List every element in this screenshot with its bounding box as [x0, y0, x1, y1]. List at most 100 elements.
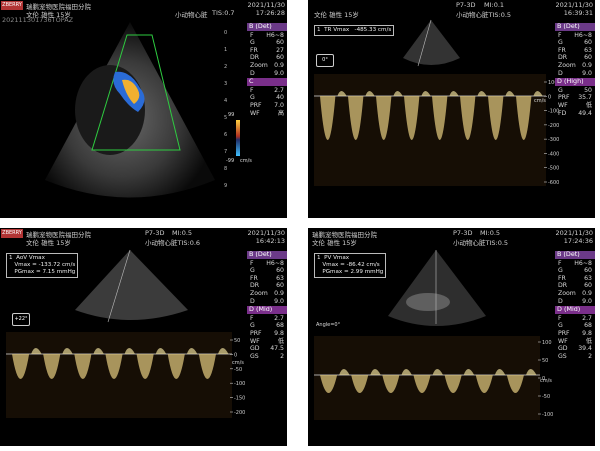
measurement-line: PGmax = 7.15 mmHg — [9, 269, 76, 275]
measurement-line: PGmax = 2.99 mmHg — [317, 269, 384, 275]
param-value: 60 — [276, 267, 284, 275]
param-row: FR 27 — [247, 47, 287, 55]
param-key: D — [250, 69, 255, 77]
param-value: 50 — [584, 86, 592, 94]
param-value: 2 — [280, 352, 284, 360]
parameter-sidebar: B (Det) F H6~8 G 60 FR 63 DR 60 Zoom 0.9 D 9.0 D (H… — [555, 22, 595, 218]
param-value: 39.4 — [578, 345, 592, 353]
param-value: 高 — [277, 109, 284, 117]
param-key: PRF — [250, 329, 262, 337]
param-row: F H6~8 — [247, 260, 287, 268]
param-key: F — [250, 86, 254, 94]
param-value: H6~8 — [574, 259, 592, 267]
param-value: 60 — [276, 282, 284, 290]
param-key: F — [558, 259, 562, 267]
bmode-image: 0 1 2 3 4 5 6 7 8 9 — [45, 22, 240, 198]
param-row: F H6~8 — [247, 32, 287, 40]
param-value: 0.9 — [274, 289, 284, 297]
param-value: 9.0 — [582, 69, 592, 77]
param-row: F H6~8 — [555, 260, 595, 268]
vessel-wall — [406, 293, 450, 311]
spectrum-area — [6, 332, 232, 418]
param-value: H6~8 — [266, 31, 284, 39]
param-value: 低 — [585, 337, 592, 345]
measurement-line: 1 AoV Vmax — [9, 255, 45, 261]
color-bar — [236, 120, 240, 156]
param-key: D — [558, 297, 563, 305]
param-key: WF — [558, 337, 568, 345]
param-row: GS 2 — [555, 353, 595, 361]
param-key: G — [558, 267, 563, 275]
param-key: Zoom — [250, 289, 268, 297]
param-key: FR — [558, 46, 566, 54]
param-key: D — [558, 69, 563, 77]
depth-tick: 6 — [224, 132, 227, 138]
depth-tick: 3 — [224, 81, 227, 87]
sector-image — [388, 250, 486, 326]
param-key: PRF — [250, 101, 262, 109]
param-value: 68 — [276, 322, 284, 330]
depth-tick: 0 — [224, 30, 227, 36]
measurement-box: 1 PV Vmax Vmax = -86.42 cm/s PGmax = 2.9… — [314, 253, 387, 278]
velocity-tick-label: -150 — [234, 396, 245, 402]
param-value: 60 — [276, 54, 284, 62]
param-row: F 2.7 — [247, 87, 287, 95]
colorbar-top: 99 — [228, 112, 235, 118]
param-key: F — [250, 31, 254, 39]
param-row: F H6~8 — [555, 32, 595, 40]
sector-image — [75, 250, 188, 320]
param-key: G — [250, 322, 255, 330]
param-key: DR — [250, 282, 260, 290]
probe-orientation-icon: +22° — [12, 313, 30, 326]
b-mode-params: F H6~8 G 60 FR 63 DR 60 Zoom 0.9 D 9.0 — [247, 260, 287, 306]
param-row: G 60 — [555, 39, 595, 47]
param-key: F — [558, 314, 562, 322]
param-key: Zoom — [250, 61, 268, 69]
sector-image — [403, 20, 460, 65]
velocity-tick-label: 50 — [542, 358, 548, 364]
b-mode-params: F H6~8 G 60 FR 63 DR 60 Zoom 0.9 D 9.0 — [555, 32, 595, 78]
doppler-section-title: D (Mid) — [555, 306, 595, 314]
param-key: G — [558, 86, 563, 94]
depth-tick: 4 — [224, 98, 227, 104]
param-key: FR — [250, 46, 258, 54]
param-value: 60 — [584, 267, 592, 275]
param-row: PRF 9.8 — [247, 330, 287, 338]
doppler-section-title: D (High) — [555, 78, 595, 86]
param-key: WF — [250, 109, 260, 117]
measurement-line: 1 TR Vmax -485.33 cm/s — [317, 27, 392, 33]
probe-orientation-icon: 0° — [316, 54, 334, 67]
param-row: G 60 — [247, 267, 287, 275]
param-key: GS — [558, 352, 567, 360]
param-row: Zoom 0.9 — [247, 290, 287, 298]
velocity-tick-label: 50 — [234, 338, 240, 344]
param-key: G — [250, 94, 255, 102]
param-value: 63 — [584, 274, 592, 282]
param-row: DR 60 — [555, 282, 595, 290]
param-key: Zoom — [558, 289, 576, 297]
param-key: DR — [558, 282, 568, 290]
depth-tick: 5 — [224, 115, 227, 121]
param-value: 9.0 — [274, 69, 284, 77]
param-key: DR — [558, 54, 568, 62]
param-row: G 50 — [555, 87, 595, 95]
param-row: GS 2 — [247, 353, 287, 361]
parameter-sidebar: B (Det) F H6~8 G 60 FR 63 DR 60 Zoom 0.9 D 9.0 D (M… — [555, 250, 595, 446]
b-mode-section-title: B (Det) — [247, 22, 287, 31]
doppler-params: F 2.7 G 68 PRF 9.8 WF 低 GD 39.4 GS 2 — [555, 315, 595, 361]
param-value: 60 — [276, 39, 284, 47]
velocity-scale: 50 0 -50 -100 -150 -200 — [230, 338, 245, 416]
param-value: 63 — [276, 274, 284, 282]
param-row: Zoom 0.9 — [555, 290, 595, 298]
angle-label: Angle=0° — [316, 322, 341, 328]
param-row: D 9.0 — [555, 70, 595, 78]
param-value: 0.9 — [582, 61, 592, 69]
velocity-tick-label: -100 — [542, 412, 553, 418]
param-key: DR — [250, 54, 260, 62]
param-row: G 68 — [555, 322, 595, 330]
param-row: D 9.0 — [555, 298, 595, 306]
b-mode-section-title: B (Det) — [247, 250, 287, 259]
velocity-tick-label: 0 — [234, 352, 237, 358]
param-row: WF 低 — [555, 338, 595, 346]
param-value: 40 — [276, 94, 284, 102]
